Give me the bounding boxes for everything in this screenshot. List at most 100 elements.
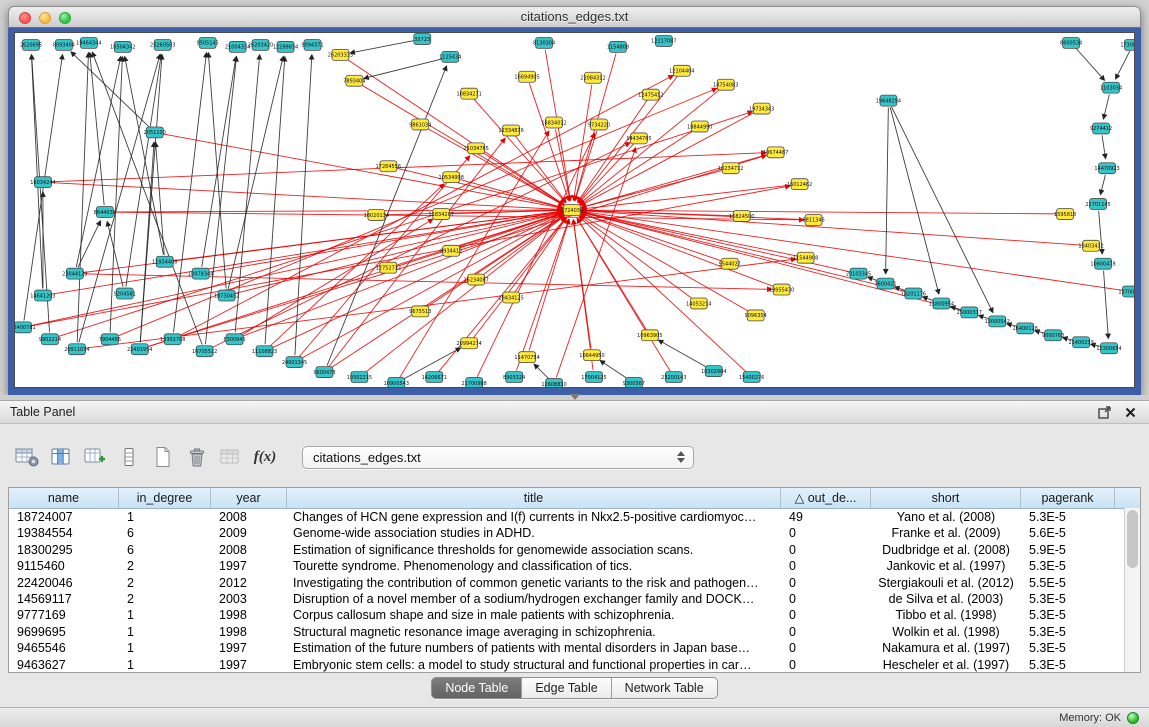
graph-node[interactable]: 10504342 — [110, 41, 135, 52]
float-panel-icon[interactable] — [1095, 404, 1113, 420]
graph-node[interactable]: 9934412 — [440, 245, 462, 256]
graph-node[interactable]: 8130304 — [533, 37, 555, 48]
graph-node[interactable]: 25260503 — [150, 39, 175, 50]
graph-node[interactable]: 14470923 — [1094, 163, 1119, 174]
graph-node[interactable]: 16034244 — [30, 177, 55, 188]
graph-node[interactable]: 1125434 — [439, 51, 461, 62]
graph-node[interactable]: 9274412 — [1090, 123, 1112, 134]
graph-node[interactable]: 14206671 — [422, 372, 447, 383]
window-titlebar[interactable]: citations_edges.txt — [8, 6, 1141, 28]
graph-node[interactable]: 2051100 — [144, 127, 166, 138]
graph-node[interactable]: 22084312 — [580, 72, 605, 83]
graph-node[interactable]: 9505145 — [197, 37, 219, 48]
graph-node[interactable]: 15824500 — [729, 210, 754, 221]
delete-button[interactable] — [184, 444, 210, 470]
column-header-title[interactable]: title — [287, 488, 781, 508]
column-header-in_degree[interactable]: in_degree — [119, 488, 211, 508]
graph-node[interactable]: 13000542 — [985, 316, 1010, 327]
graph-node[interactable]: 15234087 — [464, 274, 489, 285]
graph-node[interactable]: 12400781 — [15, 322, 36, 333]
close-panel-icon[interactable] — [1121, 404, 1139, 420]
network-canvas[interactable]: 1724034180201341275271296755132099427411… — [14, 32, 1135, 388]
graph-node[interactable]: 9861034 — [409, 119, 431, 130]
graph-node[interactable]: 19464344 — [76, 37, 101, 48]
new-row-button[interactable] — [116, 444, 142, 470]
graph-node[interactable]: 22701145 — [1085, 199, 1110, 210]
graph-node[interactable]: 15400276 — [739, 372, 764, 383]
table-row[interactable]: 1938455462009Genome-wide association stu… — [9, 525, 1140, 541]
table-row[interactable]: 911546021997Tourette syndrome. Phenomeno… — [9, 558, 1140, 574]
table-row[interactable]: 977716911998Corpus callosum shape and si… — [9, 607, 1140, 623]
graph-node[interactable]: 23044129 — [62, 268, 87, 279]
graph-node[interactable]: 9544027 — [719, 258, 741, 269]
zoom-button[interactable] — [59, 12, 71, 24]
graph-node[interactable]: 22401954 — [127, 344, 152, 355]
graph-node[interactable]: 26203420 — [248, 39, 273, 50]
graph-node[interactable]: 19648294 — [876, 95, 901, 106]
scrollbar-thumb[interactable] — [1127, 510, 1138, 568]
graph-node[interactable]: 8644031 — [94, 207, 116, 218]
new-column-button[interactable] — [82, 444, 108, 470]
graph-node[interactable]: 12608810 — [541, 379, 566, 387]
column-header-out_de[interactable]: △ out_de... — [781, 488, 871, 508]
graph-node[interactable]: 14641203 — [30, 290, 55, 301]
graph-node[interactable]: 14053214 — [686, 298, 711, 309]
graph-node[interactable]: 21004334 — [225, 41, 250, 52]
graph-node[interactable]: 23200143 — [661, 372, 686, 383]
table-row[interactable]: 1830029562008Estimation of significance … — [9, 542, 1140, 558]
tab-edge-table[interactable]: Edge Table — [521, 678, 610, 698]
graph-node[interactable]: 16644950 — [579, 350, 604, 361]
graph-node[interactable]: 20911034 — [64, 344, 89, 355]
graph-node[interactable]: 10600478 — [1090, 258, 1115, 269]
graph-node[interactable]: 9300567 — [623, 378, 645, 387]
graph-node[interactable]: 14754083 — [713, 79, 738, 90]
table-row[interactable]: 946554611997Estimation of the future num… — [9, 640, 1140, 656]
graph-node[interactable]: 8811346 — [802, 214, 824, 225]
table-row[interactable]: 1872400712008Changes of HCN gene express… — [9, 509, 1140, 525]
show-columns-button[interactable] — [48, 444, 74, 470]
graph-node[interactable]: 13403432 — [1078, 240, 1103, 251]
graph-node[interactable]: 9600478 — [313, 367, 335, 378]
graph-node[interactable]: 7904466 — [99, 334, 121, 345]
graph-node[interactable]: 10674487 — [763, 147, 788, 158]
graph-node[interactable]: 20994274 — [457, 338, 482, 349]
graph-node[interactable]: 9675513 — [409, 306, 431, 317]
graph-node[interactable]: 11544908 — [793, 252, 818, 263]
graph-node[interactable]: 9902214 — [39, 334, 61, 345]
graph-node[interactable]: 2620695 — [20, 39, 42, 50]
graph-node[interactable]: 10302984 — [701, 366, 726, 377]
new-table-button[interactable] — [150, 444, 176, 470]
graph-node[interactable]: 10534998 — [439, 172, 464, 183]
table-scrollbar[interactable] — [1124, 508, 1140, 672]
graph-node[interactable]: 10234712 — [718, 163, 743, 174]
citation-graph[interactable]: 1724034180201341275271296755132099427411… — [15, 33, 1134, 387]
graph-node[interactable]: 9096354 — [745, 310, 767, 321]
import-table-button[interactable] — [218, 444, 244, 470]
graph-node[interactable]: 8600534 — [1060, 37, 1082, 48]
graph-node[interactable]: 17284556 — [376, 161, 401, 172]
column-header-pagerank[interactable]: pagerank — [1021, 488, 1115, 508]
minimize-button[interactable] — [39, 12, 51, 24]
graph-node[interactable]: 16834012 — [541, 117, 566, 128]
graph-node[interactable]: 12300654 — [1096, 343, 1121, 354]
graph-node[interactable]: 10834271 — [457, 88, 482, 99]
column-header-short[interactable]: short — [871, 488, 1021, 508]
graph-node[interactable]: 12104404 — [669, 65, 694, 76]
graph-node[interactable]: 10078344 — [188, 268, 213, 279]
graph-node[interactable]: 13700942 — [1118, 286, 1134, 297]
graph-node[interactable]: 19734343 — [749, 103, 774, 114]
column-header-year[interactable]: year — [211, 488, 287, 508]
graph-node[interactable]: 9204581 — [114, 288, 136, 299]
table-row[interactable]: 946362711997Embryonic stem cells: a mode… — [9, 657, 1140, 673]
table-row[interactable]: 1456911722003Disruption of a novel membe… — [9, 591, 1140, 607]
graph-node[interactable]: 1724034 — [561, 205, 583, 216]
graph-node[interactable]: 19302215 — [347, 372, 372, 383]
graph-node[interactable]: 11934408 — [152, 256, 177, 267]
graph-node[interactable]: 18844990 — [687, 121, 712, 132]
graph-node[interactable]: 21400239 — [1068, 337, 1093, 348]
graph-node[interactable]: 1595818 — [1054, 209, 1076, 220]
graph-node[interactable]: 1154808 — [607, 41, 629, 52]
graph-node[interactable]: 16400128 — [1013, 323, 1038, 334]
graph-node[interactable]: 9734220 — [588, 119, 610, 130]
tab-node-table[interactable]: Node Table — [432, 678, 521, 698]
